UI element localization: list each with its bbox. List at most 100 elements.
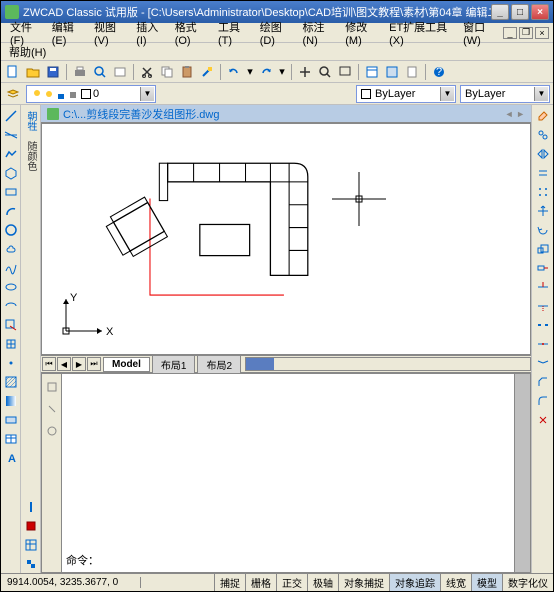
save-button[interactable] <box>44 63 62 81</box>
redo-dropdown[interactable]: ▾ <box>277 63 287 81</box>
rotate-tool[interactable] <box>534 221 552 239</box>
extend-tool[interactable] <box>534 297 552 315</box>
cmdline-toolbar <box>42 374 62 572</box>
copy-tool[interactable] <box>534 126 552 144</box>
status-osnap[interactable]: 对象捕捉 <box>338 574 389 591</box>
tab-layout2[interactable]: 布局2 <box>197 355 241 374</box>
explode-tool[interactable] <box>534 411 552 429</box>
status-digi[interactable]: 数字化仪 <box>502 574 553 591</box>
status-otrack[interactable]: 对象追踪 <box>389 574 440 591</box>
svg-text:A: A <box>8 453 16 465</box>
preview-button[interactable] <box>91 63 109 81</box>
tab-model[interactable]: Model <box>103 357 150 372</box>
tool-palette-button[interactable] <box>403 63 421 81</box>
match-button[interactable] <box>198 63 216 81</box>
paste-button[interactable] <box>178 63 196 81</box>
publish-button[interactable] <box>111 63 129 81</box>
erase-tool[interactable] <box>534 107 552 125</box>
offset-tool[interactable] <box>534 164 552 182</box>
close-button[interactable]: × <box>531 4 549 20</box>
cmd-icon-2[interactable] <box>43 400 61 418</box>
table-tool[interactable] <box>2 430 20 448</box>
cut-button[interactable] <box>138 63 156 81</box>
design-center-button[interactable] <box>383 63 401 81</box>
line-tool[interactable] <box>2 107 20 125</box>
layer-select[interactable]: 0 ▼ <box>26 85 156 103</box>
command-prompt: 命令： <box>66 552 99 568</box>
new-button[interactable] <box>4 63 22 81</box>
menu-help[interactable]: 帮助(H) <box>9 44 46 60</box>
ellipse-arc-tool[interactable] <box>2 297 20 315</box>
doc-tab-nav[interactable]: ◄ ► <box>505 109 525 119</box>
scale-tool[interactable] <box>534 240 552 258</box>
status-polar[interactable]: 极轴 <box>307 574 338 591</box>
rectangle-tool[interactable] <box>2 183 20 201</box>
side-icon-2[interactable] <box>22 517 40 535</box>
make-block-tool[interactable] <box>2 335 20 353</box>
polyline-tool[interactable] <box>2 145 20 163</box>
mirror-tool[interactable] <box>534 145 552 163</box>
cmd-vscrollbar[interactable] <box>514 374 530 572</box>
crosshair-cursor <box>332 172 386 229</box>
open-button[interactable] <box>24 63 42 81</box>
hscrollbar[interactable] <box>245 357 531 371</box>
tab-layout1[interactable]: 布局1 <box>152 355 196 374</box>
join-tool[interactable] <box>534 354 552 372</box>
move-tool[interactable] <box>534 202 552 220</box>
help-button[interactable]: ? <box>430 63 448 81</box>
ellipse-tool[interactable] <box>2 278 20 296</box>
arc-tool[interactable] <box>2 202 20 220</box>
zoom-window-button[interactable] <box>336 63 354 81</box>
polygon-tool[interactable] <box>2 164 20 182</box>
layer-manager-button[interactable] <box>4 85 22 103</box>
fillet-tool[interactable] <box>534 392 552 410</box>
side-icon-3[interactable] <box>22 536 40 554</box>
command-area[interactable]: 命令： <box>62 374 514 572</box>
revcloud-tool[interactable] <box>2 240 20 258</box>
print-button[interactable] <box>71 63 89 81</box>
pan-button[interactable] <box>296 63 314 81</box>
side-icon-4[interactable] <box>22 555 40 573</box>
status-snap[interactable]: 捕捉 <box>214 574 245 591</box>
doc-restore-button[interactable]: ❐ <box>519 27 533 39</box>
block-tool[interactable] <box>2 316 20 334</box>
xline-tool[interactable] <box>2 126 20 144</box>
gradient-tool[interactable] <box>2 392 20 410</box>
undo-button[interactable] <box>225 63 243 81</box>
spline-tool[interactable] <box>2 259 20 277</box>
redo-button[interactable] <box>257 63 275 81</box>
status-lw[interactable]: 线宽 <box>440 574 471 591</box>
chamfer-tool[interactable] <box>534 373 552 391</box>
doc-minimize-button[interactable]: _ <box>503 27 517 39</box>
array-tool[interactable] <box>534 183 552 201</box>
undo-dropdown[interactable]: ▾ <box>245 63 255 81</box>
status-ortho[interactable]: 正交 <box>276 574 307 591</box>
zoom-button[interactable] <box>316 63 334 81</box>
doc-close-button[interactable]: × <box>535 27 549 39</box>
region-tool[interactable] <box>2 411 20 429</box>
color-select[interactable]: ByLayer ▼ <box>356 85 456 103</box>
tab-last-button[interactable]: ⏭ <box>87 357 101 371</box>
status-model[interactable]: 模型 <box>471 574 502 591</box>
ucs-icon: XY <box>54 293 114 346</box>
break-tool[interactable] <box>534 316 552 334</box>
hatch-tool[interactable] <box>2 373 20 391</box>
tab-first-button[interactable]: ⏮ <box>42 357 56 371</box>
break2-tool[interactable] <box>534 335 552 353</box>
tab-prev-button[interactable]: ◀ <box>57 357 71 371</box>
tab-next-button[interactable]: ▶ <box>72 357 86 371</box>
trim-tool[interactable] <box>534 278 552 296</box>
cmd-icon-3[interactable] <box>43 422 61 440</box>
properties-button[interactable] <box>363 63 381 81</box>
maximize-button[interactable]: □ <box>511 4 529 20</box>
point-tool[interactable] <box>2 354 20 372</box>
copy-button[interactable] <box>158 63 176 81</box>
drawing-canvas[interactable]: XY <box>41 123 531 355</box>
linetype-select[interactable]: ByLayer ▼ <box>460 85 550 103</box>
circle-tool[interactable] <box>2 221 20 239</box>
side-icon-1[interactable] <box>22 498 40 516</box>
status-grid[interactable]: 栅格 <box>245 574 276 591</box>
mtext-tool[interactable]: A <box>2 449 20 467</box>
cmd-icon-1[interactable] <box>43 378 61 396</box>
stretch-tool[interactable] <box>534 259 552 277</box>
